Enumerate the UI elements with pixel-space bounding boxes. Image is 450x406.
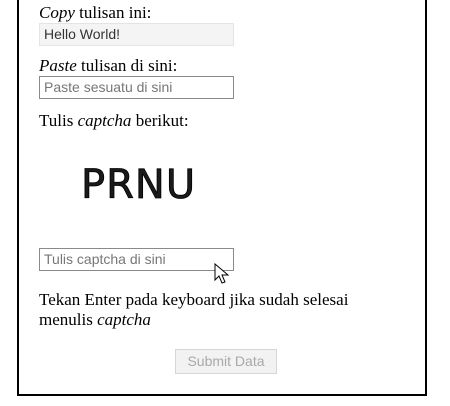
paste-input[interactable]: Paste sesuatu di sini (39, 76, 234, 99)
copy-text-field[interactable]: Hello World! (39, 23, 234, 46)
instruction-note: Tekan Enter pada keyboard jika sudah sel… (39, 290, 349, 329)
paste-label: Paste tulisan di sini: (39, 56, 178, 75)
captcha-input[interactable]: Tulis captcha di sini (39, 248, 234, 271)
captcha-form-panel: Copy tulisan ini: Hello World! Paste tul… (17, 0, 427, 396)
mouse-pointer-icon (214, 263, 230, 284)
copy-label: Copy tulisan ini: (39, 3, 152, 22)
captcha-image-text: PRNU (81, 162, 196, 206)
captcha-image: PRNU (81, 162, 196, 206)
captcha-label: Tulis captcha berikut: (39, 111, 189, 130)
submit-button[interactable]: Submit Data (175, 349, 277, 374)
